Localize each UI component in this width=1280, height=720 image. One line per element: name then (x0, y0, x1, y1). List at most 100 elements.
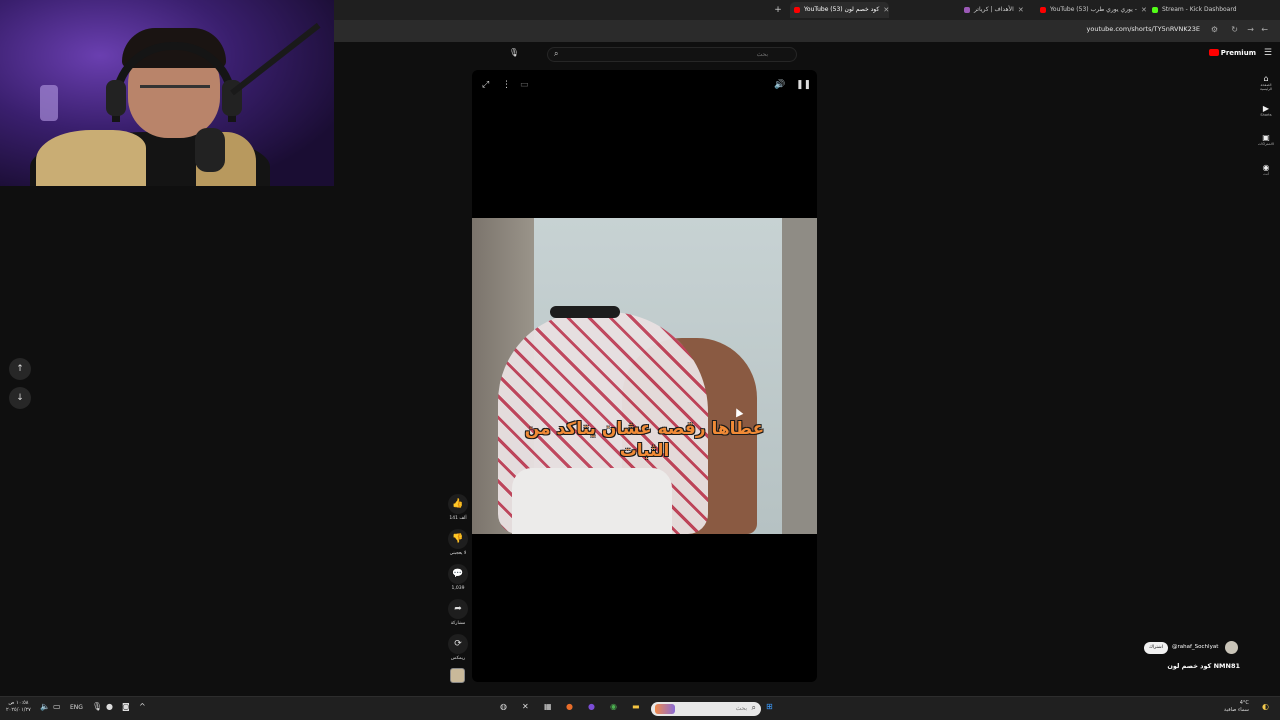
clock[interactable]: ١٠:٥٨ ص ٢٠٢٥/٠١/٢٧ (6, 700, 31, 714)
subscribe-button[interactable]: اشتراك (1144, 642, 1168, 654)
nav-label: أنت (1263, 172, 1269, 176)
app-icon-1[interactable]: ◍ (500, 702, 507, 711)
nav-you[interactable]: ◉ أنت (1256, 163, 1276, 176)
menu-icon[interactable]: ☰ (1264, 48, 1272, 58)
like-count: 141 ألف (449, 516, 467, 521)
voice-search-icon[interactable]: 🎙 (508, 48, 520, 61)
capcut-icon[interactable]: ✕ (522, 702, 529, 711)
share-icon: ➦ (448, 599, 468, 619)
forward-icon[interactable]: → (1247, 25, 1254, 34)
fullscreen-icon[interactable]: ⤢ (482, 80, 489, 90)
discord-tray-icon[interactable]: ◙ (122, 702, 130, 711)
next-short-button[interactable]: ↓ (9, 387, 31, 409)
channel-row: اشتراك @rahaf_Sochlyat (1140, 640, 1240, 656)
tune-icon[interactable]: ⚙ (1211, 25, 1218, 34)
youtube-premium-logo[interactable]: Premium (1208, 49, 1256, 57)
tab-label: YouTube (53) يوري يوري طرب - (1050, 6, 1137, 13)
youtube-favicon-icon (794, 7, 800, 13)
tab-goals[interactable]: الأهداف | كرياتر ✕ (960, 2, 1024, 18)
address-bar[interactable]: ← → ↻ ⚙ youtube.com/shorts/TY5nRVNK23E (334, 20, 1280, 42)
streamer-webcam (0, 0, 334, 186)
dislike-label: لا يعجبني (449, 551, 467, 556)
nav-shorts[interactable]: ▶ Shorts (1256, 104, 1276, 117)
headset-earcup (106, 80, 126, 116)
search-input[interactable] (568, 50, 768, 60)
thobe (512, 468, 672, 534)
remix-label: ريمكس (450, 656, 466, 661)
tab-label: YouTube (53) كود خصم لون (804, 6, 880, 13)
weather-widget[interactable]: 4°C سماء صافية (1224, 700, 1249, 714)
dislike-button[interactable]: 👎 لا يعجبني (447, 529, 469, 556)
video-caption: عطاها رقصه عشان يتاكد من الثبات (524, 419, 765, 461)
sound-avatar[interactable] (450, 668, 465, 683)
weather-desc: سماء صافية (1224, 707, 1249, 713)
mic-tray-icon[interactable]: 🎙 (92, 702, 102, 711)
microphone (195, 128, 225, 172)
shorts-player[interactable]: ⤢ ⋮ ▭ 🔊 ❚❚ عطاها رقصه عشان يتاكد من الثب… (472, 70, 817, 682)
tab-label: Stream - Kick Dashboard (1162, 6, 1237, 13)
discord-icon[interactable]: ● (588, 702, 595, 711)
nav-home[interactable]: ⌂ الصفحة الرئيسية (1256, 74, 1276, 91)
video-frame[interactable]: عطاها رقصه عشان يتاكد من الثبات (472, 218, 817, 534)
volume-tray-icon[interactable]: 🔈 (40, 702, 50, 711)
channel-handle[interactable]: @rahaf_Sochlyat (1172, 644, 1218, 650)
search-icon[interactable]: ⌕ (554, 49, 558, 59)
network-tray-icon[interactable]: ▭ (53, 702, 61, 711)
windows-taskbar: ١٠:٥٨ ص ٢٠٢٥/٠١/٢٧ 🔈 ▭ ENG 🎙 ● ◙ ^ ◍ ✕ ▦… (0, 696, 1280, 720)
kick-favicon-icon (1152, 7, 1158, 13)
pause-icon[interactable]: ❚❚ (796, 80, 811, 90)
nav-label: الاشتراكات (1258, 142, 1274, 146)
previous-short-button[interactable]: ↑ (9, 358, 31, 380)
taskbar-search-input[interactable] (677, 704, 747, 714)
language-indicator[interactable]: ENG (70, 704, 83, 711)
share-button[interactable]: ➦ مشاركة (447, 599, 469, 626)
close-tab-icon[interactable]: ✕ (1018, 2, 1024, 18)
nav-subscriptions[interactable]: ▣ الاشتراكات (1256, 133, 1276, 146)
dislike-icon: 👎 (448, 529, 468, 549)
channel-avatar[interactable] (1225, 641, 1238, 654)
tab-label: الأهداف | كرياتر (974, 6, 1014, 13)
clock-time: ١٠:٥٨ ص (8, 700, 29, 706)
taskbar-search[interactable]: ⌕ (651, 702, 761, 716)
remix-button[interactable]: ⟳ ريمكس (447, 634, 469, 661)
youtube-logo-icon (1208, 49, 1219, 56)
new-tab-button[interactable]: + (772, 2, 784, 18)
short-title: كود خصم لون NMN81 (1167, 662, 1240, 670)
like-button[interactable]: 👍 141 ألف (447, 494, 469, 521)
url-text[interactable]: youtube.com/shorts/TY5nRVNK23E (1087, 25, 1200, 33)
nav-label: الصفحة الرئيسية (1259, 83, 1273, 91)
shorts-icon: ▶ (1262, 104, 1270, 113)
you-icon: ◉ (1262, 163, 1270, 172)
remix-icon: ⟳ (448, 634, 468, 654)
close-tab-icon[interactable]: ✕ (883, 2, 889, 18)
tab-kick-dashboard[interactable]: Stream - Kick Dashboard (1148, 2, 1247, 18)
reload-icon[interactable]: ↻ (1231, 25, 1238, 34)
app-tray-icon[interactable]: ● (106, 702, 113, 711)
weather-moon-icon: ◐ (1262, 702, 1269, 711)
firefox-icon[interactable]: ● (566, 702, 573, 711)
more-options-icon[interactable]: ⋮ (502, 80, 511, 90)
show-hidden-icons-icon[interactable]: ^ (139, 702, 146, 711)
calculator-icon[interactable]: ▦ (544, 702, 552, 711)
volume-icon[interactable]: 🔊 (774, 80, 785, 90)
windows-start-icon[interactable]: ⊞ (766, 702, 773, 711)
captions-icon[interactable]: ▭ (520, 80, 529, 90)
comments-button[interactable]: 💬 1,039 (447, 564, 469, 591)
search-highlight-icon (655, 704, 675, 714)
tab-youtube-active[interactable]: YouTube (53) كود خصم لون ✕ (790, 2, 890, 18)
search-icon: ⌕ (751, 703, 756, 712)
back-icon[interactable]: ← (1261, 25, 1268, 34)
close-tab-icon[interactable]: ✕ (1141, 2, 1147, 18)
home-icon: ⌂ (1263, 74, 1269, 83)
chrome-icon[interactable]: ◉ (610, 702, 617, 711)
goals-favicon-icon (964, 7, 970, 13)
youtube-favicon-icon (1040, 7, 1046, 13)
share-label: مشاركة (450, 621, 466, 626)
clock-date: ٢٠٢٥/٠١/٢٧ (6, 707, 31, 713)
file-explorer-icon[interactable]: ▬ (632, 702, 640, 711)
comment-icon: 💬 (448, 564, 468, 584)
search-box[interactable]: ⌕ (547, 47, 797, 62)
nav-label: Shorts (1260, 113, 1272, 117)
premium-label: Premium (1220, 49, 1256, 57)
tab-youtube-1[interactable]: YouTube (53) يوري يوري طرب - ✕ (1036, 2, 1147, 18)
